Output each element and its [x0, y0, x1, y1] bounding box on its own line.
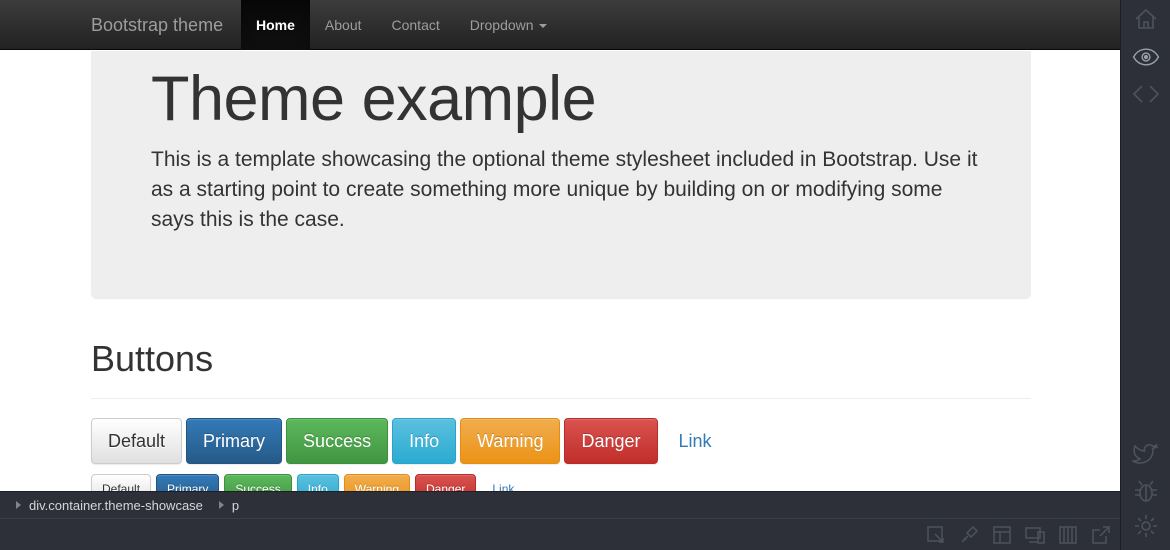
jumbotron-text: This is a template showcasing the option… [151, 148, 978, 231]
page-viewport: Theme example This is a template showcas… [0, 51, 1120, 491]
heading-divider [91, 398, 1031, 399]
eye-icon[interactable] [1132, 43, 1160, 71]
jumbotron: Theme example This is a template showcas… [91, 51, 1031, 299]
bug-icon[interactable] [1132, 477, 1160, 505]
home-icon[interactable] [1132, 5, 1160, 33]
nav-item-dropdown-label: Dropdown [469, 17, 534, 33]
paint-icon[interactable] [958, 524, 980, 546]
layout-icon[interactable] [991, 524, 1013, 546]
nav-item-contact[interactable]: Contact [377, 0, 455, 50]
primary-button-small[interactable]: Primary [156, 474, 220, 491]
navbar-brand[interactable]: Bootstrap theme [91, 0, 223, 50]
gear-icon[interactable] [1132, 512, 1160, 540]
link-button-small[interactable]: Link [481, 474, 525, 491]
external-link-icon[interactable] [1090, 524, 1112, 546]
breadcrumb-item-container[interactable]: div.container.theme-showcase [16, 498, 203, 513]
info-button[interactable]: Info [392, 418, 457, 464]
top-navbar: Bootstrap theme Home About Contact Dropd… [0, 0, 1120, 50]
chevron-right-icon [218, 501, 224, 509]
default-button-small[interactable]: Default [91, 474, 152, 491]
devices-icon[interactable] [1024, 524, 1046, 546]
chevron-right-icon [16, 501, 21, 509]
grid-icon[interactable] [1057, 524, 1079, 546]
navbar-nav: Home About Contact Dropdown [241, 0, 562, 50]
warning-button[interactable]: Warning [460, 418, 561, 464]
bottom-toolbar [0, 518, 1120, 550]
caret-down-icon [538, 24, 547, 29]
nav-item-about[interactable]: About [310, 0, 377, 50]
breadcrumb-label: div.container.theme-showcase [29, 497, 203, 513]
nav-item-dropdown[interactable]: Dropdown [455, 0, 562, 50]
jumbotron-title: Theme example [151, 64, 597, 134]
inspect-icon[interactable] [925, 524, 947, 546]
element-breadcrumb: div.container.theme-showcase p [0, 491, 1120, 518]
link-button[interactable]: Link [662, 418, 729, 464]
danger-button[interactable]: Danger [564, 418, 658, 464]
success-button-small[interactable]: Success [224, 474, 292, 491]
twitter-icon[interactable] [1132, 440, 1160, 468]
right-sidebar [1120, 0, 1170, 550]
code-icon[interactable] [1132, 80, 1160, 108]
small-button-row: Default Primary Success Info Warning Dan… [91, 474, 530, 491]
danger-button-small[interactable]: Danger [415, 474, 477, 491]
primary-button[interactable]: Primary [186, 418, 283, 464]
breadcrumb-item-p[interactable]: p [218, 497, 240, 513]
breadcrumb-label: p [231, 497, 240, 513]
default-button[interactable]: Default [91, 418, 183, 464]
warning-button-small[interactable]: Warning [343, 474, 410, 491]
success-button[interactable]: Success [286, 418, 389, 464]
large-button-row: Default Primary Success Info Warning Dan… [91, 418, 733, 464]
info-button-small[interactable]: Info [296, 474, 339, 491]
buttons-heading: Buttons [91, 338, 214, 379]
nav-item-home[interactable]: Home [241, 0, 310, 50]
